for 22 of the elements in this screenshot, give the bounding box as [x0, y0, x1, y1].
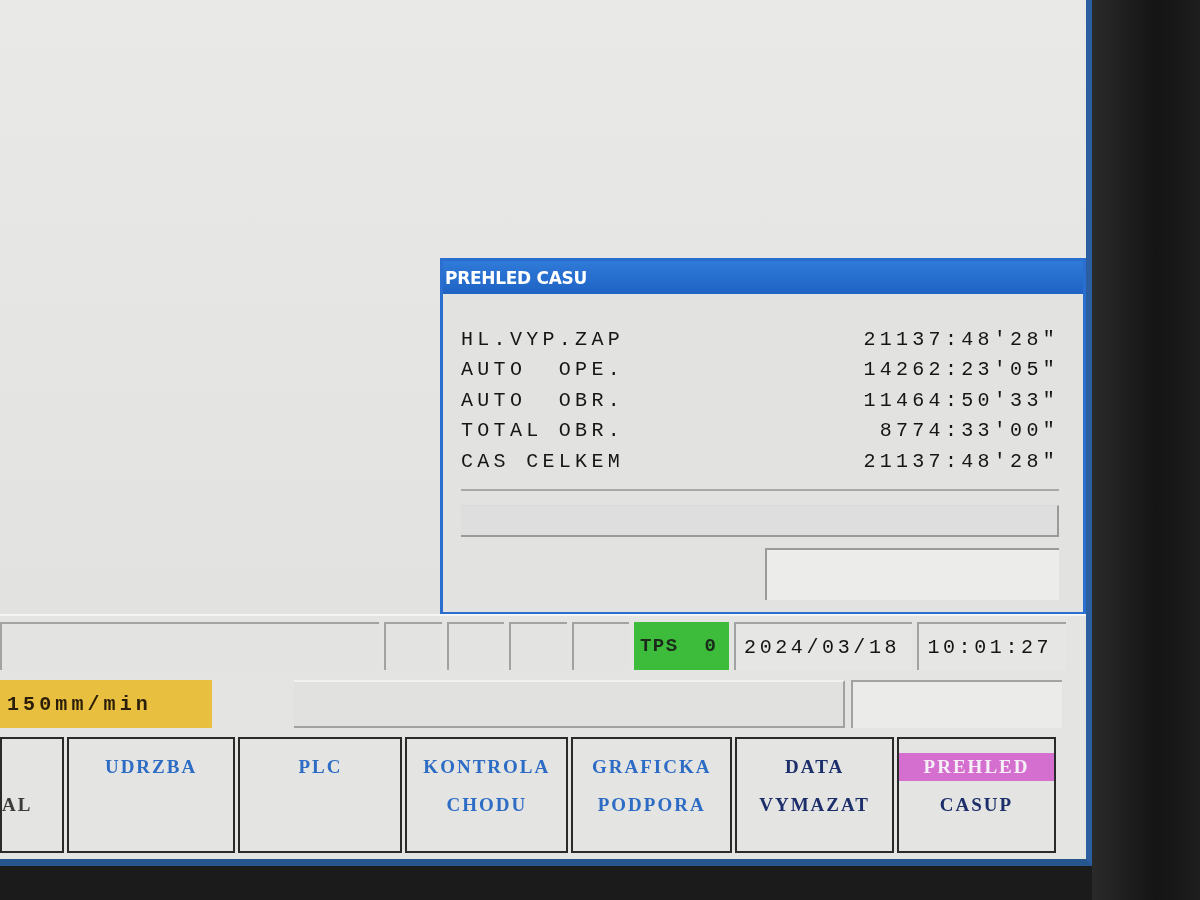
date-display: 2024/03/18	[734, 622, 913, 670]
counter-label: HL.VYP.ZAP	[461, 327, 625, 351]
feed-rate-indicator: 150mm/min	[0, 680, 212, 728]
softkey-button[interactable]: DATA VYMAZAT	[735, 737, 895, 853]
counter-label: AUTO OBR.	[461, 388, 625, 412]
dialog-title: PREHLED CASU	[443, 261, 1083, 294]
softkey-button[interactable]: KONTROLA CHODU	[405, 737, 569, 853]
counter-value: 21137:48'28"	[863, 327, 1059, 351]
counter-value: 21137:48'28"	[863, 449, 1059, 473]
softkey-button[interactable]: GRAFICKA PODPORA	[571, 737, 733, 853]
counter-value: 11464:50'33"	[863, 388, 1059, 412]
softkey-button[interactable]: AL	[0, 737, 64, 853]
time-display: 10:01:27	[917, 622, 1066, 670]
counter-value: 8774:33'00"	[879, 419, 1059, 443]
tps-indicator: TPS 0	[633, 622, 730, 670]
counter-label: TOTAL OBR.	[461, 419, 625, 443]
counter-label: AUTO OPE.	[461, 358, 625, 382]
counter-value: 14262:23'05"	[863, 358, 1059, 382]
softkey-button[interactable]: UDRZBA	[66, 737, 236, 853]
counter-label: CAS CELKEM	[461, 449, 625, 473]
softkey-button[interactable]: PLC	[238, 737, 403, 853]
softkey-button[interactable]: PREHLED CASUP	[897, 737, 1056, 853]
